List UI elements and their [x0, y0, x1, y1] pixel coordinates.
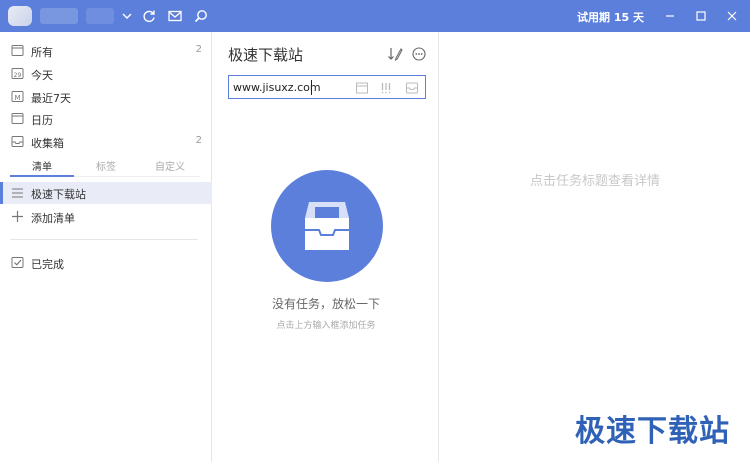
plus-icon — [12, 211, 23, 222]
item-count: 2 — [195, 44, 202, 55]
today-icon-text: 29 — [14, 72, 22, 79]
sidebar-item-completed[interactable]: 已完成 — [0, 252, 212, 274]
watermark-logo: 极速下载站 — [575, 414, 730, 449]
calendar-all-icon — [11, 45, 24, 56]
week-icon-text: M — [14, 94, 20, 102]
minimize-icon[interactable] — [660, 6, 680, 26]
task-detail-panel: 点击任务标题查看详情 — [440, 32, 750, 462]
empty-inbox-icon — [305, 202, 349, 250]
sidebar-item-label: 所有 — [31, 46, 53, 59]
empty-state-title: 没有任务，放松一下 — [271, 297, 380, 311]
selected-indicator — [0, 182, 3, 204]
checkbox-checked-icon — [11, 257, 24, 268]
inbox-select-icon[interactable] — [405, 81, 419, 95]
add-list-button[interactable]: 添加清单 — [0, 206, 212, 228]
priority-icon[interactable] — [379, 81, 393, 95]
sidebar-item-calendar[interactable]: 日历 — [0, 108, 212, 130]
sidebar-item-today[interactable]: 29 今天 — [0, 63, 212, 85]
tab-tags[interactable]: 标签 — [74, 158, 138, 173]
sidebar: 所有 2 29 今天 M 最近7天 日历 收集箱 2 清单 标签 自定义 极速下… — [0, 32, 212, 462]
chevron-down-icon[interactable] — [118, 7, 136, 25]
close-icon[interactable] — [722, 6, 742, 26]
add-task-input[interactable] — [233, 79, 353, 95]
sidebar-divider — [10, 239, 198, 240]
sidebar-item-all[interactable]: 所有 2 — [0, 40, 212, 62]
title-bar: 试用期 15 天 — [0, 0, 750, 32]
sync-icon[interactable] — [140, 7, 158, 25]
maximize-icon[interactable] — [691, 6, 711, 26]
calendar-week-icon: M — [11, 91, 24, 102]
sidebar-item-list-selected[interactable]: 极速下载站 — [0, 182, 212, 204]
more-icon[interactable] — [411, 46, 427, 62]
list-icon — [12, 188, 23, 198]
text-caret — [311, 80, 312, 95]
inbox-icon — [11, 136, 24, 147]
item-count: 2 — [195, 135, 202, 146]
calendar-today-icon: 29 — [11, 68, 24, 79]
sidebar-item-label: 极速下载站 — [31, 188, 86, 201]
trial-status: 试用期 15 天 — [577, 11, 644, 24]
empty-state-illustration — [271, 170, 383, 282]
task-list-panel: 极速下载站 没有任务，放松一下 点击上方输入框添加任务 — [213, 32, 439, 462]
sidebar-item-label: 今天 — [31, 69, 53, 82]
tab-custom[interactable]: 自定义 — [138, 158, 202, 173]
account-blurred — [86, 8, 114, 24]
calendar-icon — [11, 113, 24, 124]
sidebar-item-next-7-days[interactable]: M 最近7天 — [0, 86, 212, 108]
sidebar-item-label: 日历 — [31, 114, 53, 127]
tab-lists[interactable]: 清单 — [10, 158, 74, 173]
sidebar-item-label: 收集箱 — [31, 137, 64, 150]
add-task-input-box[interactable] — [228, 75, 426, 99]
detail-placeholder: 点击任务标题查看详情 — [529, 174, 660, 189]
sidebar-item-label: 最近7天 — [31, 92, 71, 105]
sort-icon[interactable] — [387, 46, 403, 62]
list-title: 极速下载站 — [228, 46, 304, 64]
sidebar-item-label: 已完成 — [31, 258, 64, 271]
mail-icon[interactable] — [166, 7, 184, 25]
search-icon[interactable] — [192, 7, 210, 25]
username-blurred[interactable] — [40, 8, 78, 24]
sidebar-tabs: 清单 标签 自定义 — [10, 154, 202, 177]
active-tab-indicator — [10, 175, 74, 177]
add-list-label: 添加清单 — [31, 212, 75, 225]
date-picker-icon[interactable] — [355, 81, 369, 95]
avatar[interactable] — [8, 6, 32, 26]
empty-state-subtitle: 点击上方输入框添加任务 — [276, 321, 376, 331]
sidebar-item-inbox[interactable]: 收集箱 2 — [0, 131, 212, 153]
